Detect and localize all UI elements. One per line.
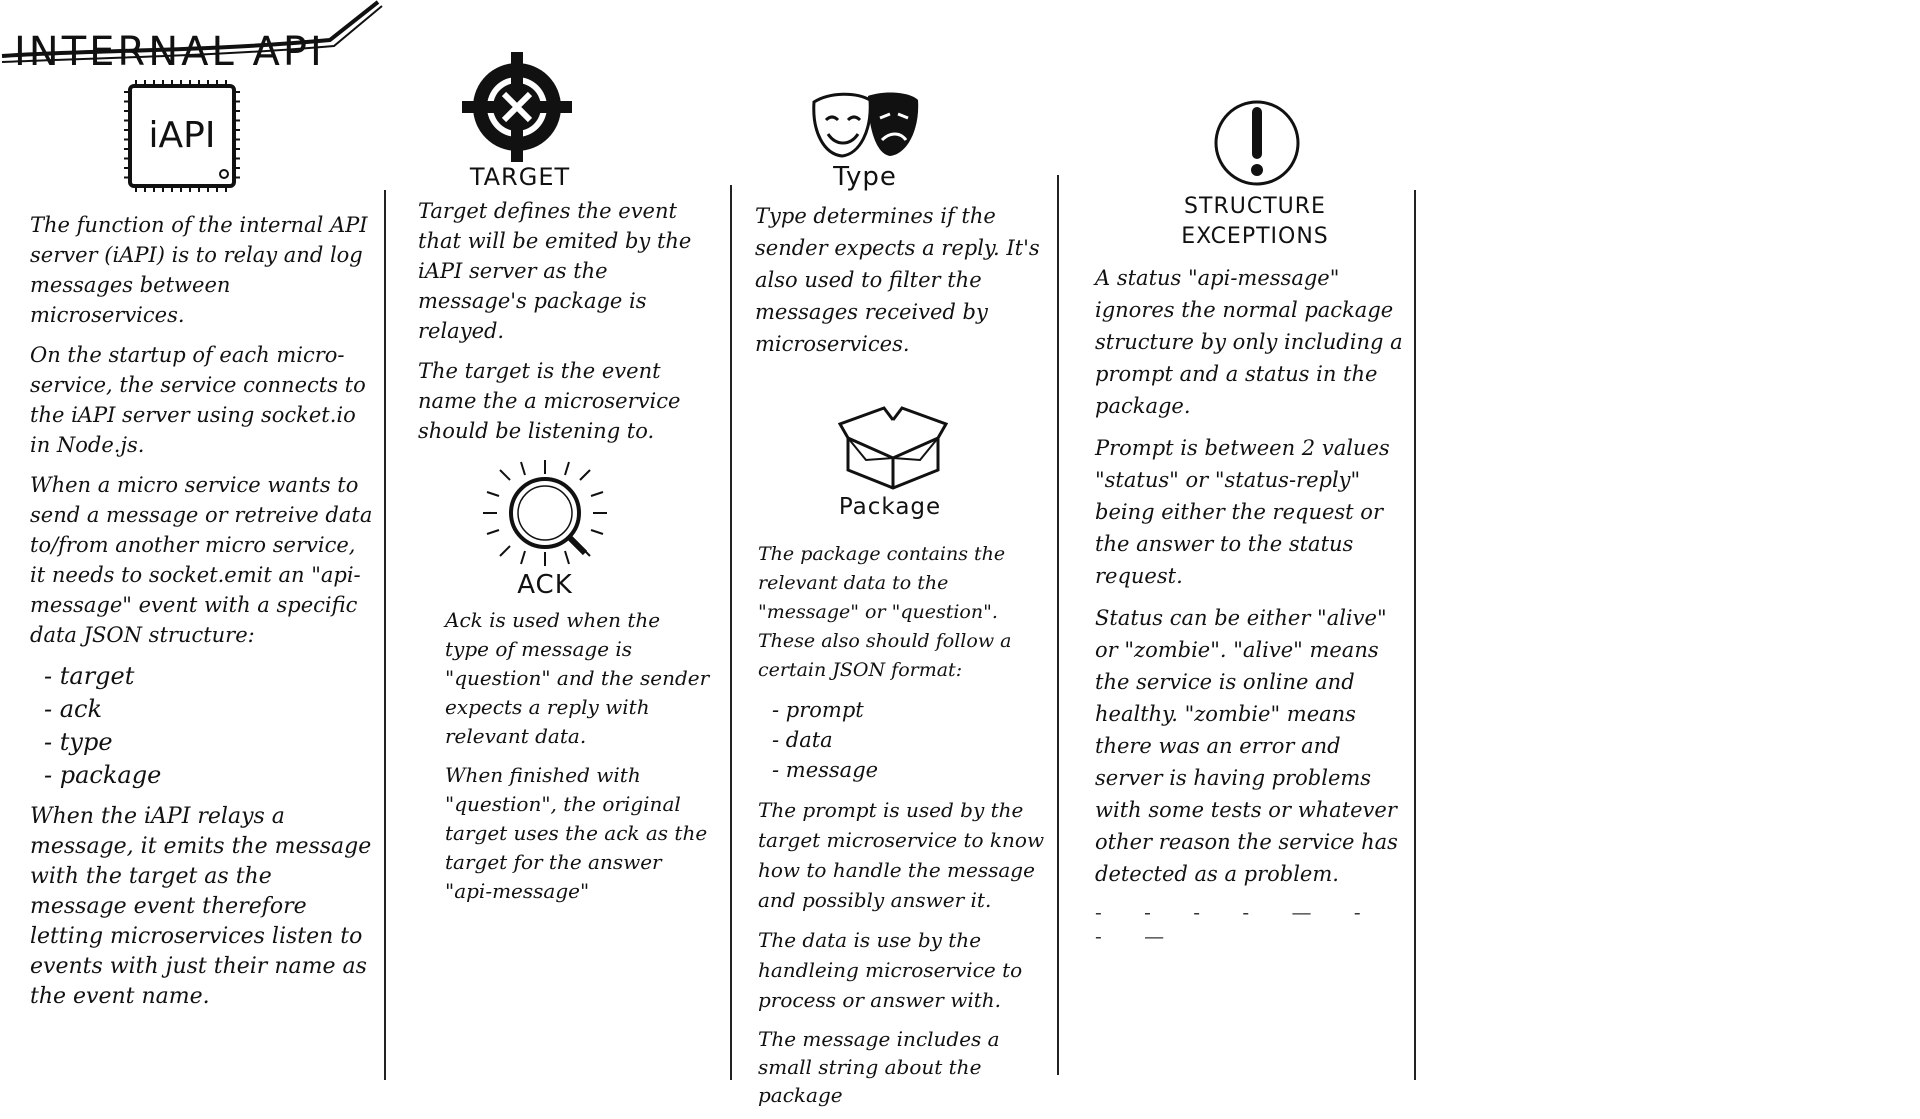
column-iapi: The function of the internal API server … [30,210,375,1022]
column-package: The package contains the relevant data t… [758,540,1048,1119]
list-item: ack [44,693,375,726]
paragraph: Ack is used when the type of message is … [445,608,710,748]
exclamation-icon [1212,98,1302,192]
list-item: package [44,759,375,792]
paragraph: The target is the event name the a micro… [418,359,681,443]
list-item: type [44,726,375,759]
magnifier-icon [475,458,615,572]
column-divider [1057,175,1059,1075]
paragraph: When finished with "question", the origi… [445,763,708,903]
column-divider [384,190,386,1080]
paragraph: The function of the internal API server … [30,213,368,327]
list-item: target [44,660,375,693]
paragraph: The message includes a small string abou… [758,1027,1000,1107]
paragraph: The prompt is used by the target microse… [758,798,1045,912]
heading-ack: ACK [517,570,573,600]
heading-target: TARGET [469,163,571,191]
column-divider [1414,190,1416,1080]
chip-icon: iAPI [120,80,245,199]
paragraph: Type determines if the sender expects a … [755,204,1040,356]
heading-type: Type [833,162,897,192]
theater-masks-icon [810,88,920,172]
heading-structure-exceptions: STRUCTURE EXCEPTIONS [1181,194,1329,249]
column-divider [730,185,732,1080]
chip-label: iAPI [149,115,216,156]
paragraph: When a micro service wants to send a mes… [30,473,373,647]
package-format-list: prompt data message [772,695,1048,785]
column-target: Target defines the event that will be em… [418,196,718,456]
paragraph: When the iAPI relays a message, it emits… [30,804,372,1009]
paragraph: Prompt is between 2 values "status" or "… [1095,436,1390,588]
column-type: Type determines if the sender expects a … [755,200,1050,370]
crosshair-icon [462,52,572,166]
list-item: prompt [772,695,1048,725]
column-ack: Ack is used when the type of message is … [445,606,710,916]
paragraph: A status "api-message" ignores the norma… [1095,266,1403,418]
paragraph: The package contains the relevant data t… [758,543,1012,681]
paragraph: The data is use by the handleing microse… [758,928,1023,1012]
structure-list: target ack type package [44,660,375,792]
open-box-icon [837,400,949,494]
page-title: INTERNAL API [14,28,325,75]
title-banner: INTERNAL API [0,0,390,75]
list-item: data [772,725,1048,755]
paragraph: On the startup of each micro-service, th… [30,343,366,457]
paragraph: Target defines the event that will be em… [418,199,692,343]
list-item: message [772,755,1048,785]
heading-package: Package [838,494,942,520]
paragraph: Status can be either "alive" or "zombie"… [1095,606,1398,886]
column-structure-exceptions: A status "api-message" ignores the norma… [1095,262,1405,948]
trailing-dashes: - - - - — - - — [1095,900,1379,948]
